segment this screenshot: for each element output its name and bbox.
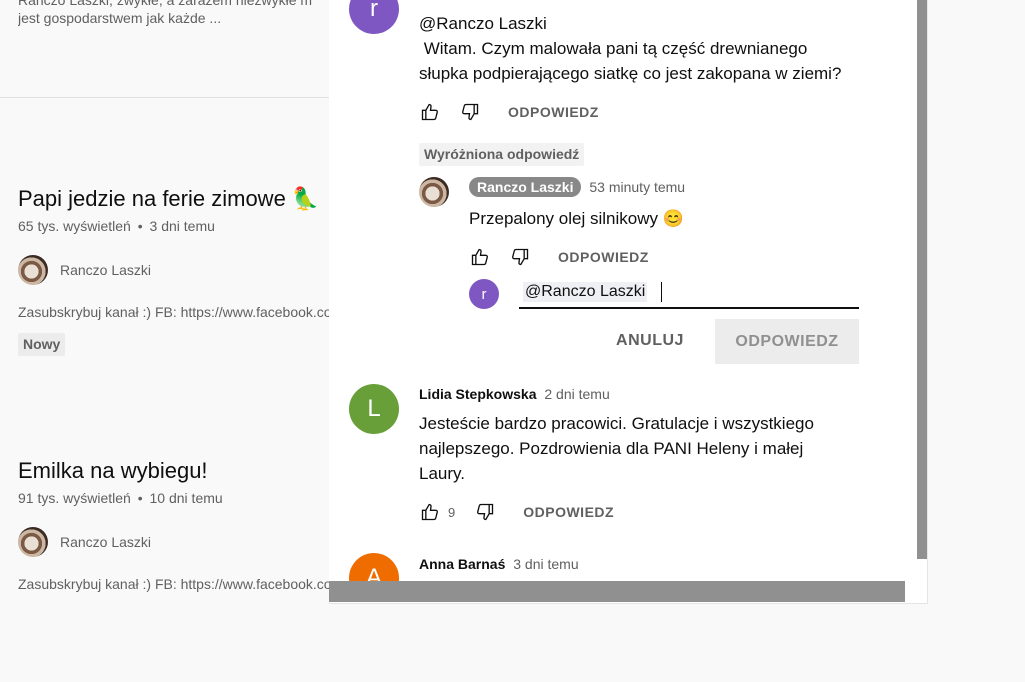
meta-separator: • [137, 490, 143, 506]
like-icon[interactable] [418, 100, 442, 124]
comment-header: Anna Barnaś 3 dni temu [419, 556, 579, 572]
video-description: Zasubskrybuj kanał :) FB: https://www.fa… [18, 576, 329, 592]
comment-actions: 9 ODPOWIEDZ [418, 500, 614, 524]
like-icon[interactable] [468, 245, 492, 269]
reply-input[interactable]: @Ranczo Laszki [519, 278, 859, 309]
channel-link[interactable]: Ranczo Laszki [18, 255, 151, 285]
video-description: Zasubskrybuj kanał :) FB: https://www.fa… [18, 304, 329, 320]
comment-line: słupka podpierającego siatkę co jest zak… [419, 64, 842, 83]
channel-avatar[interactable] [18, 527, 48, 557]
comment-text: @Ranczo Laszki Witam. Czym malowała pani… [419, 11, 841, 86]
commenter-avatar[interactable]: A [349, 553, 399, 581]
comment-actions: ODPOWIEDZ [418, 100, 599, 124]
submit-reply-button[interactable]: ODPOWIEDZ [715, 319, 859, 364]
dislike-icon[interactable] [508, 245, 532, 269]
reply-text: Przepalony olej silnikowy 😊 [469, 209, 684, 228]
reply-actions: ODPOWIEDZ [468, 245, 649, 269]
video-title[interactable]: Emilka na wybiegu! [18, 458, 208, 484]
reply-time[interactable]: 53 minuty temu [589, 179, 685, 195]
comment-text: Jesteście bardzo pracowici. Gratulacje i… [419, 411, 814, 486]
comment-author[interactable]: Lidia Stepkowska [419, 386, 536, 402]
reply-button[interactable]: ODPOWIEDZ [523, 504, 614, 520]
dislike-icon[interactable] [458, 100, 482, 124]
upload-age: 10 dni temu [149, 490, 223, 506]
avatar-letter: r [370, 0, 378, 22]
view-count: 65 tys. wyświetleń [18, 218, 131, 234]
video-description-snippet: jest gospodarstwem jak każde ... [18, 10, 222, 26]
video-description-snippet: Ranczo Laszki, zwykłe, a zarazem niezwyk… [18, 0, 313, 8]
channel-name[interactable]: Ranczo Laszki [60, 262, 151, 278]
comment-header: Lidia Stepkowska 2 dni temu [419, 386, 610, 402]
comment-line: Laury. [419, 464, 465, 483]
dislike-icon[interactable] [473, 500, 497, 524]
avatar-letter: L [367, 395, 381, 422]
video-meta: 65 tys. wyświetleń • 3 dni temu [18, 218, 215, 234]
view-count: 91 tys. wyświetleń [18, 490, 131, 506]
cancel-button[interactable]: ANULUJ [605, 319, 695, 363]
comment-time[interactable]: 2 dni temu [544, 386, 609, 402]
reply-button[interactable]: ODPOWIEDZ [508, 104, 599, 120]
owner-avatar[interactable] [419, 177, 449, 212]
owner-avatar-image [419, 177, 449, 207]
reply-header: Ranczo Laszki 53 minuty temu [469, 177, 685, 197]
avatar-letter: A [365, 564, 382, 581]
video-meta: 91 tys. wyświetleń • 10 dni temu [18, 490, 223, 506]
video-title[interactable]: Papi jedzie na ferie zimowe 🦜 [18, 186, 319, 212]
comment-line: Jesteście bardzo pracowici. Gratulacje i… [419, 414, 814, 433]
avatar-letter: r [481, 285, 487, 303]
comment-time[interactable]: 3 dni temu [513, 556, 578, 572]
comment-line: najlepszego. Pozdrowienia dla PANI Helen… [419, 439, 804, 458]
channel-link[interactable]: Ranczo Laszki [18, 527, 151, 557]
upload-age: 3 dni temu [149, 218, 215, 234]
highlighted-reply-label: Wyróżniona odpowiedź [419, 143, 585, 166]
meta-separator: • [137, 218, 143, 234]
mention-link[interactable]: @Ranczo Laszki [419, 11, 841, 36]
channel-name[interactable]: Ranczo Laszki [60, 534, 151, 550]
comment-author[interactable]: Anna Barnaś [419, 556, 505, 572]
new-badge: Nowy [18, 333, 66, 356]
video-list: Ranczo Laszki, zwykłe, a zarazem niezwyk… [0, 0, 329, 682]
divider [0, 97, 329, 98]
comment-line: Witam. Czym malowała pani tą część drewn… [419, 39, 808, 58]
vertical-scrollbar[interactable] [917, 0, 927, 559]
current-user-avatar: r [469, 279, 499, 309]
reply-button[interactable]: ODPOWIEDZ [558, 249, 649, 265]
horizontal-scrollbar[interactable] [329, 581, 905, 602]
reply-input-value[interactable]: @Ranczo Laszki [523, 282, 648, 302]
channel-avatar[interactable] [18, 255, 48, 285]
owner-name-chip[interactable]: Ranczo Laszki [469, 177, 582, 197]
comment-clip: A Anna Barnaś 3 dni temu [329, 540, 905, 581]
commenter-avatar[interactable]: L [349, 384, 399, 434]
like-count: 9 [448, 504, 456, 520]
text-caret [661, 282, 662, 302]
like-icon[interactable] [418, 500, 442, 524]
